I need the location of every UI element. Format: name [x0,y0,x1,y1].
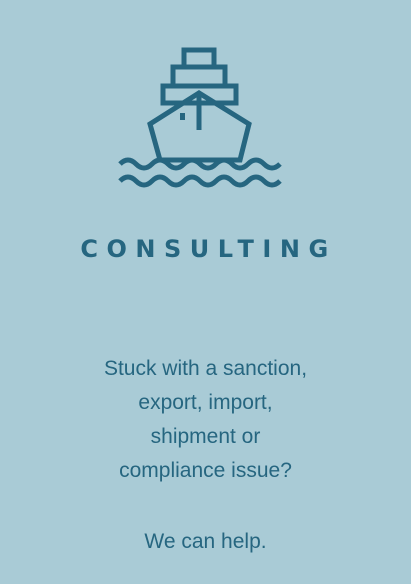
question-text: Stuck with a sanction, export, import, s… [0,352,411,488]
page-title: CONSULTING [80,235,337,263]
question-line: shipment or [150,425,261,448]
question-line: Stuck with a sanction, [103,357,308,380]
ship-icon [118,47,282,188]
question-line: compliance issue? [119,459,292,482]
question-line: export, import, [138,391,273,414]
help-text: We can help. [144,530,267,553]
consulting-card: CONSULTING Stuck with a sanction, export… [0,0,411,584]
